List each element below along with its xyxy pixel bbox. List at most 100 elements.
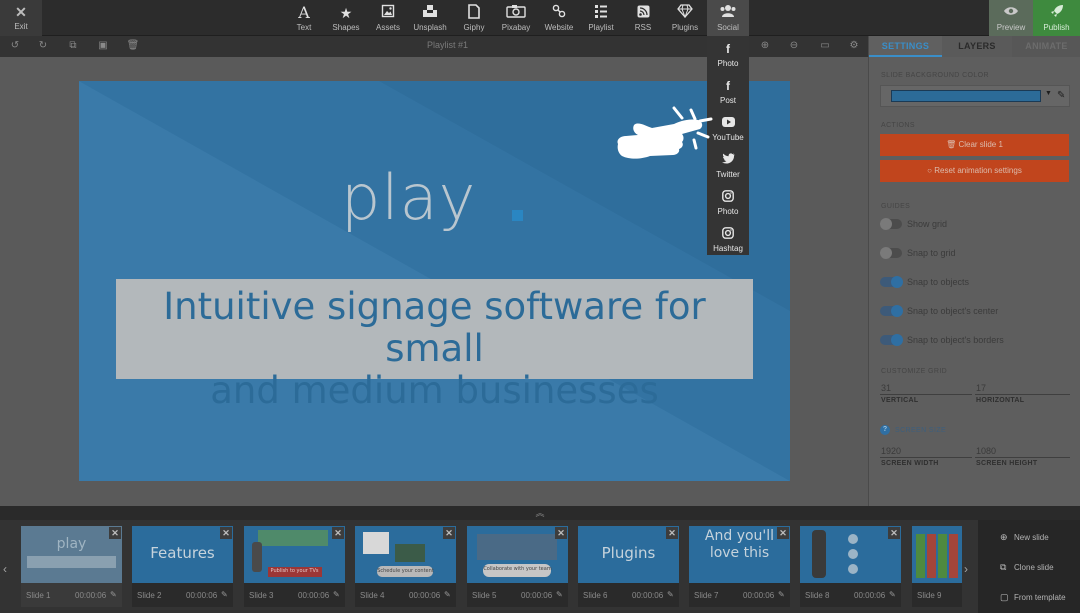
gear-icon[interactable]: ⚙ [846,39,862,53]
toggle-snap-to-objects[interactable]: Snap to objects [880,276,1070,290]
social-item-instagram-photo[interactable]: Photo [707,184,749,220]
pencil-icon[interactable]: ✎ [778,590,785,599]
filmstrip-toggle[interactable]: ︽ [0,506,1080,520]
publish-button[interactable]: Publish [1033,0,1080,36]
thumbnail-text: Schedule your content [377,568,434,574]
slide-thumbnail[interactable]: Plugins ✕ Slide 6 00:00:06 ✎ [578,526,679,607]
toggle-switch[interactable] [880,305,903,317]
facebook-icon: f [726,42,730,56]
headline-line-1: Intuitive signage software for small [163,285,706,370]
paste-icon[interactable]: ▣ [95,39,111,53]
pencil-icon[interactable]: ✎ [556,590,563,599]
pencil-icon[interactable]: ✎ [110,590,117,599]
toggle-snap-to-grid[interactable]: Snap to grid [880,247,1070,261]
slide-thumbnail[interactable]: Slide 9 [912,526,962,607]
grid-vertical-input[interactable]: 31 [881,383,891,393]
guides-label: GUIDES [881,203,911,210]
rss-tool-button[interactable]: RSS [622,0,664,36]
close-icon[interactable]: ✕ [888,527,900,539]
pencil-icon[interactable]: ✎ [444,590,451,599]
pencil-icon[interactable]: ✎ [221,590,228,599]
bg-color-swatch [891,90,1041,102]
tab-layers[interactable]: LAYERS [942,36,1012,57]
zoom-out-icon[interactable]: ⊖ [786,39,802,53]
reset-animation-button[interactable]: ○ Reset animation settings [880,160,1069,182]
divider [975,457,1070,458]
slide-thumbnail[interactable]: play ✕ Slide 1 00:00:06 ✎ [21,526,122,607]
divider [975,394,1070,395]
pencil-icon[interactable]: ✎ [889,590,896,599]
undo-icon[interactable]: ↺ [7,39,23,53]
social-tool-button[interactable]: Social [707,0,749,36]
slide-thumbnail[interactable]: Schedule your content ✕ Slide 4 00:00:06… [355,526,456,607]
clone-slide-button[interactable]: ⧉ Clone slide [978,558,1080,578]
close-icon[interactable]: ✕ [666,527,678,539]
social-item-instagram-hashtag[interactable]: Hashtag [707,221,749,257]
pixabay-tool-button[interactable]: Pixabay [495,0,537,36]
shapes-tool-button[interactable]: ★ Shapes [325,0,367,36]
pencil-icon[interactable]: ✎ [333,590,340,599]
close-icon[interactable]: ✕ [220,527,232,539]
copy-icon[interactable]: ⧉ [65,39,81,53]
tab-settings[interactable]: SETTINGS [869,36,942,57]
slide-thumbnail[interactable]: Features ✕ Slide 2 00:00:06 ✎ [132,526,233,607]
tab-animate[interactable]: ANIMATE [1012,36,1080,57]
slide-logo[interactable]: play [341,161,476,234]
slide-logo-dot [512,210,523,221]
redo-icon[interactable]: ↻ [35,39,51,53]
unsplash-tool-button[interactable]: Unsplash [409,0,451,36]
new-slide-button[interactable]: ⊕ New slide [978,528,1080,548]
giphy-tool-button[interactable]: Giphy [453,0,495,36]
text-tool-button[interactable]: A Text [283,0,325,36]
slide-thumbnail[interactable]: ✕ Slide 8 00:00:06 ✎ [800,526,901,607]
toggle-label: Snap to object's center [907,306,999,316]
rss-tool-label: RSS [634,23,652,32]
playlist-title: Playlist #1 [426,40,469,50]
close-icon[interactable]: ✕ [332,527,344,539]
unsplash-tool-label: Unsplash [413,23,447,32]
clear-slide-button[interactable]: 🗑 Clear slide 1 [880,134,1069,156]
screen-width-input[interactable]: 1920 [881,446,901,456]
toggle-switch[interactable] [880,276,903,288]
close-icon[interactable]: ✕ [109,527,121,539]
bg-color-picker[interactable]: ▼ ✎ [880,85,1070,107]
exit-button[interactable]: ✕ Exit [0,0,42,36]
zoom-in-icon[interactable]: ⊕ [757,39,773,53]
plugins-tool-button[interactable]: Plugins [664,0,706,36]
pencil-icon[interactable]: ✎ [667,590,674,599]
close-icon[interactable]: ✕ [777,527,789,539]
toggle-switch[interactable] [880,218,902,230]
assets-tool-button[interactable]: Assets [367,0,409,36]
toggle-snap-to-object-borders[interactable]: Snap to object's borders [880,334,1070,348]
double-chevron-up-icon: ︽ [535,508,545,518]
chevron-right-icon[interactable]: › [964,562,968,576]
eyedropper-icon[interactable]: ✎ [1057,90,1065,101]
help-icon[interactable]: ? [880,425,890,435]
screen-height-input[interactable]: 1080 [976,446,996,456]
toggle-show-grid[interactable]: Show grid [880,218,1070,232]
thumbnail-caption: Slide 5 00:00:06 ✎ [467,583,568,607]
facebook-icon: f [726,79,730,93]
slide-thumbnail[interactable]: And you'll love this ✕ Slide 7 00:00:06 … [689,526,790,607]
social-item-facebook-photo[interactable]: f Photo [707,36,749,72]
grid-horizontal-input[interactable]: 17 [976,383,986,393]
from-template-button[interactable]: ▢ From template [978,588,1080,608]
website-tool-button[interactable]: Website [538,0,580,36]
chevron-left-icon[interactable]: ‹ [3,562,7,576]
slide-thumbnail[interactable]: Collaborate with your team ✕ Slide 5 00:… [467,526,568,607]
slide-thumbnail[interactable]: Publish to your TVs ✕ Slide 3 00:00:06 ✎ [244,526,345,607]
close-icon[interactable]: ✕ [555,527,567,539]
slide-name: Slide 8 [805,591,830,600]
close-icon[interactable]: ✕ [443,527,455,539]
preview-button[interactable]: Preview [989,0,1033,36]
slide-name: Slide 6 [583,591,608,600]
fit-screen-icon[interactable]: ▭ [817,39,833,53]
trash-icon[interactable]: 🗑 [125,39,141,53]
toggle-snap-to-object-center[interactable]: Snap to object's center [880,305,1070,319]
slide-headline-box[interactable]: Intuitive signage software for small and… [116,279,753,412]
playlist-tool-button[interactable]: Playlist [580,0,622,36]
toggle-switch[interactable] [880,334,903,346]
toggle-switch[interactable] [880,247,902,259]
toggle-label: Snap to object's borders [907,335,1004,345]
thumbnail-caption: Slide 9 [912,583,962,607]
